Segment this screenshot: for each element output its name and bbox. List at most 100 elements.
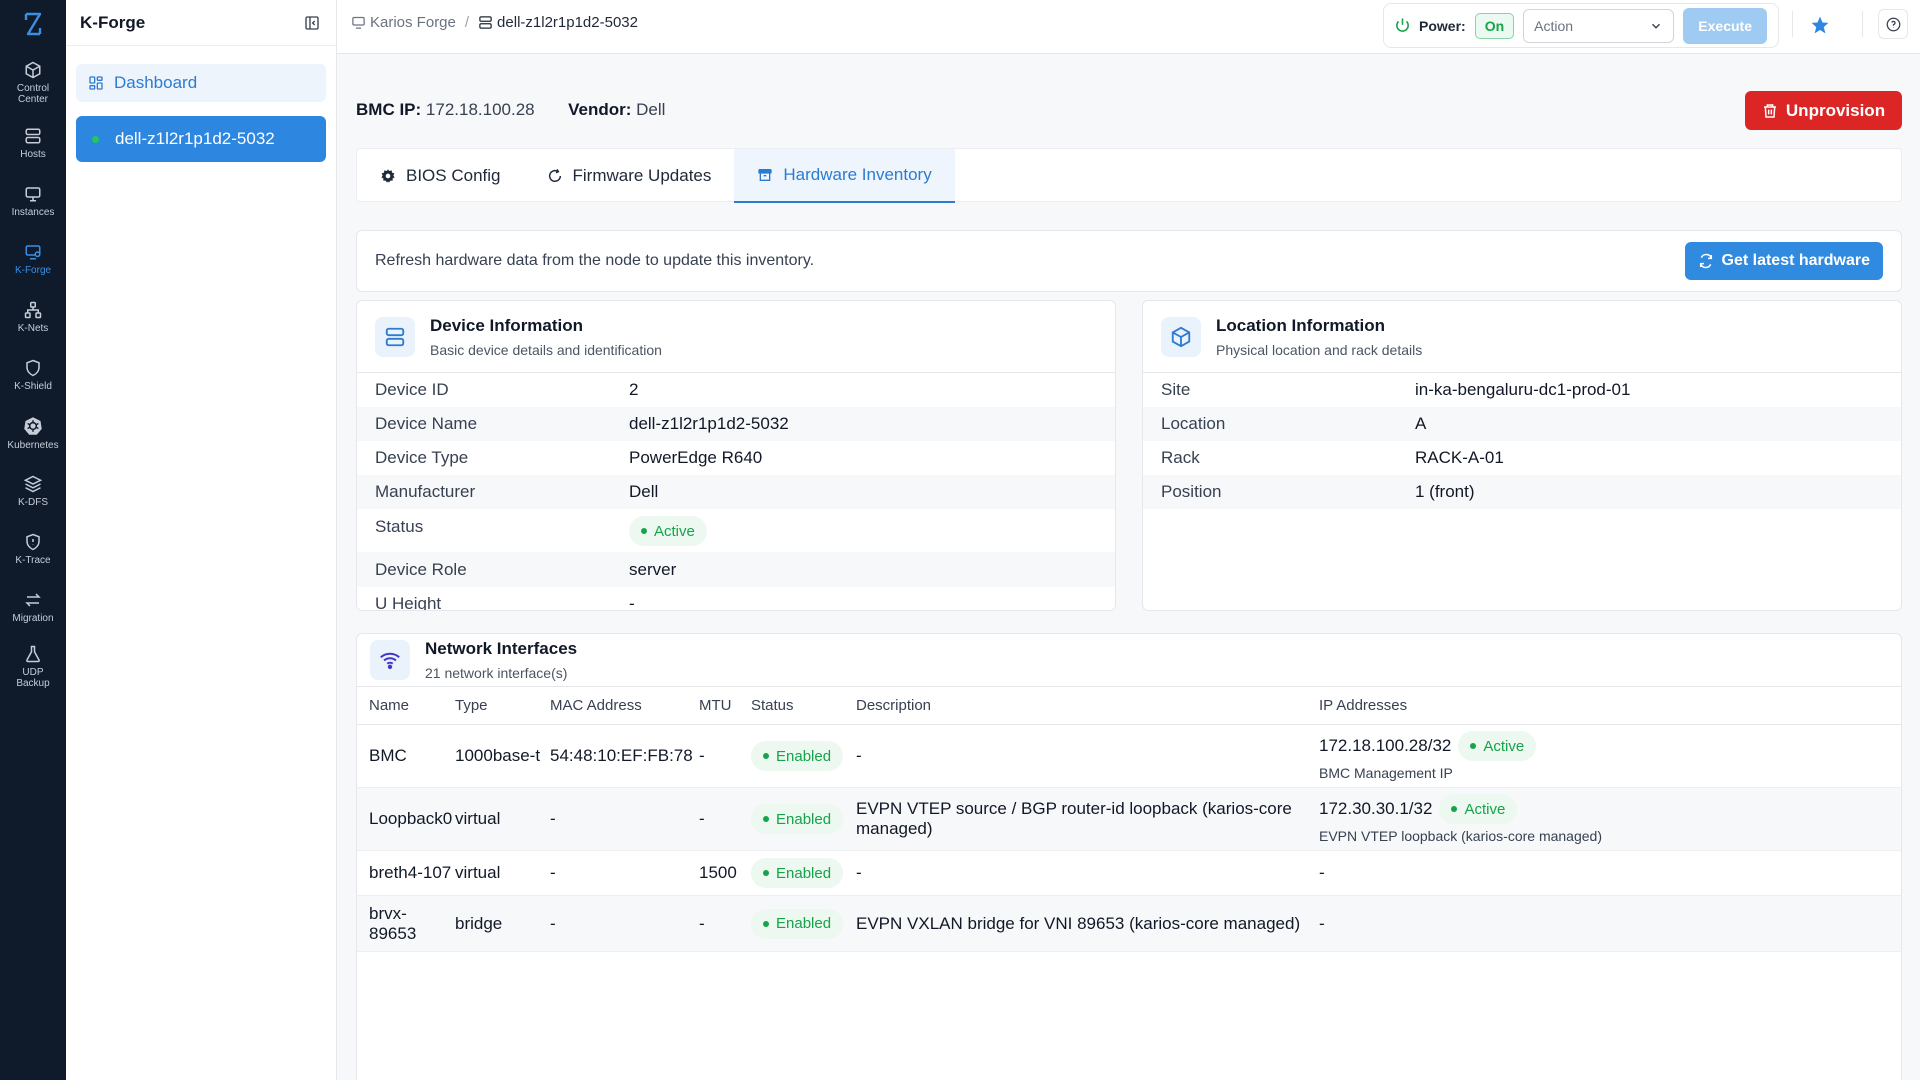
rail-item-kubernetes[interactable]: Kubernetes [0,404,66,462]
kv-row: Location A [1143,407,1901,441]
rail-item-k-dfs[interactable]: K-DFS [0,462,66,520]
table-row: Loopback0 virtual - - Enabled EVPN VTEP … [357,787,1901,851]
forge-icon [25,244,41,259]
column-header[interactable]: Status [751,686,856,725]
cell-ip: - [1319,895,1901,952]
breadcrumb: Karios Forge / dell-z1l2r1p1d2-5032 [351,14,638,31]
card-header: Location Information Physical location a… [1143,301,1901,373]
kv-value: - [629,594,635,611]
rail-item-hosts[interactable]: Hosts [0,114,66,172]
unprovision-label: Unprovision [1785,100,1886,120]
column-header[interactable]: Description [856,686,1319,725]
cell-type: virtual [455,850,550,896]
cell-type: 1000base-t [455,724,550,788]
kv-row: Position 1 (front) [1143,475,1901,509]
card-subtitle: Basic device details and identification [430,341,662,358]
sidebar-item-dashboard[interactable]: Dashboard [76,64,326,102]
help-button[interactable] [1878,9,1908,39]
cell-description: - [856,724,1319,788]
favorite-button[interactable] [1807,12,1833,38]
kv-key: Device Role [375,559,467,579]
location-kv-list: Site in-ka-bengaluru-dc1-prod-01 Locatio… [1143,373,1901,509]
tab-hardware-inventory[interactable]: Hardware Inventory [734,149,955,203]
vendor-value: Dell [636,100,666,119]
sidebar-item-host[interactable]: dell-z1l2r1p1d2-5032 [76,116,326,162]
panel-collapse-icon [305,15,319,30]
breadcrumb-root-link[interactable]: Karios Forge [370,14,456,31]
icon-rail: Control Center Hosts Instances K-Forge K… [0,0,66,1080]
status-dot [92,135,99,143]
ip-address: 172.30.30.1/32 [1319,799,1433,818]
rail-item-instances[interactable]: Instances [0,172,66,230]
card-icon [375,316,415,357]
top-bar: Karios Forge / dell-z1l2r1p1d2-5032 Powe… [337,0,1920,54]
rail-item-k-nets[interactable]: K-Nets [0,288,66,346]
rail-item-k-shield[interactable]: K-Shield [0,346,66,404]
rail-item-control-center[interactable]: Control Center [0,52,66,114]
rail-item-k-trace[interactable]: K-Trace [0,520,66,578]
shield-alert-icon [26,533,40,550]
tab-bios-config[interactable]: BIOS Config [357,149,524,203]
tab-firmware-updates[interactable]: Firmware Updates [524,149,735,203]
sidebar-title: K-Forge [80,12,146,32]
power-control-group: Power: On Action Execute [1383,3,1779,48]
flask-icon [26,645,40,663]
bmc-ip-value: 172.18.100.28 [425,100,535,119]
rail-item-udp-backup[interactable]: UDP Backup [0,636,66,698]
rail-label: Hosts [20,148,46,160]
rail-label: K-DFS [18,496,48,508]
cell-type: virtual [455,787,550,851]
tab-label: BIOS Config [406,166,501,185]
rail-item-k-forge[interactable]: K-Forge [0,230,66,288]
card-header: Device Information Basic device details … [357,301,1115,373]
cell-ip: 172.30.30.1/32 Active EVPN VTEP loopback … [1319,787,1901,851]
chevron-down-icon [1652,23,1661,29]
badge-text: Enabled [776,810,832,828]
status-badge: Enabled [751,741,844,771]
column-header[interactable]: Type [455,686,550,725]
rail-item-migration[interactable]: Migration [0,578,66,636]
table-row: BMC 1000base-t 54:48:10:EF:FB:78 - Enabl… [357,724,1901,788]
column-header[interactable]: Name [357,686,455,725]
help-icon [1886,17,1900,31]
rail-label: K-Shield [14,380,52,392]
sidebar-item-label: Dashboard [114,73,198,92]
card-title: Device Information [430,315,584,335]
column-header[interactable]: MTU [699,686,751,725]
layers-icon [24,475,42,492]
arrows-icon [25,592,41,607]
sidebar-collapse-button[interactable] [300,11,324,35]
main-content: BMC IP: 172.18.100.28 Vendor: Dell Unpro… [356,54,1902,1080]
kv-key: U Height [375,594,442,611]
app-logo[interactable] [23,0,43,48]
device-kv-list: Device ID 2 Device Name dell-z1l2r1p1d2-… [357,373,1115,611]
cube-icon [25,61,41,79]
kv-key: Device Type [375,448,469,467]
server-icon [478,15,493,30]
trash-icon [1763,103,1776,118]
kv-row: Device ID 2 [357,373,1115,407]
ip-status-badge: Active [1439,794,1518,824]
rail-label: Kubernetes [7,439,59,451]
rail-label: Control Center [16,83,50,105]
device-information-card: Device Information Basic device details … [356,300,1116,611]
column-header[interactable]: MAC Address [550,686,699,725]
refresh-cw-icon [548,168,561,182]
card-title: Network Interfaces [425,639,578,658]
cell-mtu: - [699,787,751,851]
action-select[interactable]: Action [1523,8,1675,43]
kv-value: in-ka-bengaluru-dc1-prod-01 [1415,380,1631,399]
get-latest-hardware-button[interactable]: Get latest hardware [1684,242,1883,280]
rail-label: K-Nets [17,322,49,334]
kv-row: Device Type PowerEdge R640 [357,441,1115,475]
kv-value: A [1415,414,1427,433]
kv-value: Dell [629,482,659,501]
column-header[interactable]: IP Addresses [1319,686,1901,725]
power-label: Power: [1419,17,1466,34]
cell-mtu: - [699,724,751,788]
execute-button[interactable]: Execute [1683,7,1768,44]
server-icon [385,327,405,346]
unprovision-button[interactable]: Unprovision [1745,91,1902,130]
cell-mtu: 1500 [699,850,751,896]
cell-ip: - [1319,850,1901,896]
